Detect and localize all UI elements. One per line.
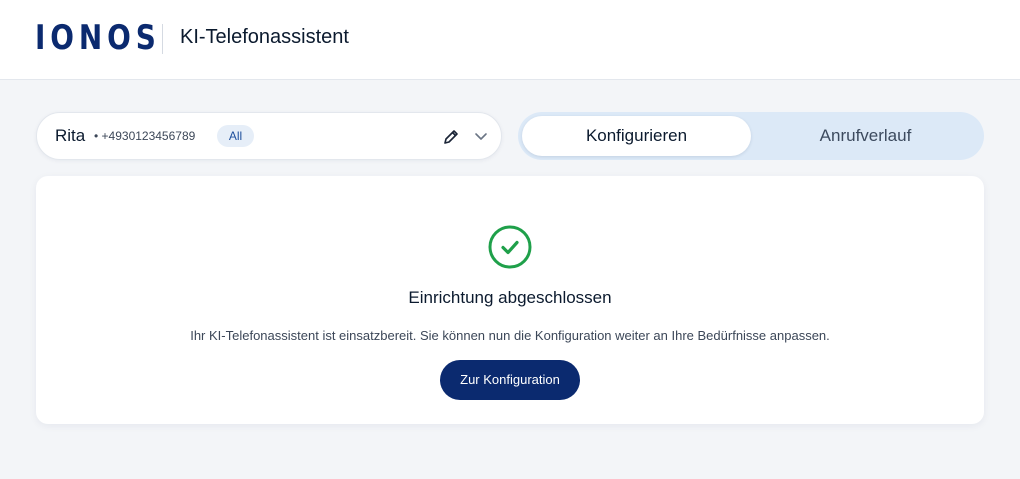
tab-konfigurieren[interactable]: Konfigurieren xyxy=(522,116,751,156)
tab-anrufverlauf[interactable]: Anrufverlauf xyxy=(751,116,980,156)
status-title: Einrichtung abgeschlossen xyxy=(408,288,612,307)
pencil-icon[interactable] xyxy=(441,127,461,147)
app-title: KI-Telefonassistent xyxy=(180,26,349,48)
assistant-badge: All xyxy=(217,125,254,147)
status-card: Einrichtung abgeschlossen Ihr KI-Telefon… xyxy=(36,176,984,424)
assistant-phone-number: • +4930123456789 xyxy=(94,129,196,143)
check-circle-icon xyxy=(487,224,533,270)
header: IONOS KI-Telefonassistent xyxy=(0,0,1020,80)
view-tabs: Konfigurieren Anrufverlauf xyxy=(518,112,984,160)
status-description: Ihr KI-Telefonassistent ist einsatzberei… xyxy=(190,328,830,343)
go-to-configuration-button[interactable]: Zur Konfiguration xyxy=(440,360,580,400)
assistant-name: Rita xyxy=(55,126,86,145)
ionos-logo[interactable]: IONOS xyxy=(35,18,161,58)
header-divider xyxy=(162,24,163,54)
assistant-selector[interactable]: Rita • +4930123456789 All xyxy=(36,112,502,160)
chevron-down-icon[interactable] xyxy=(473,128,489,144)
